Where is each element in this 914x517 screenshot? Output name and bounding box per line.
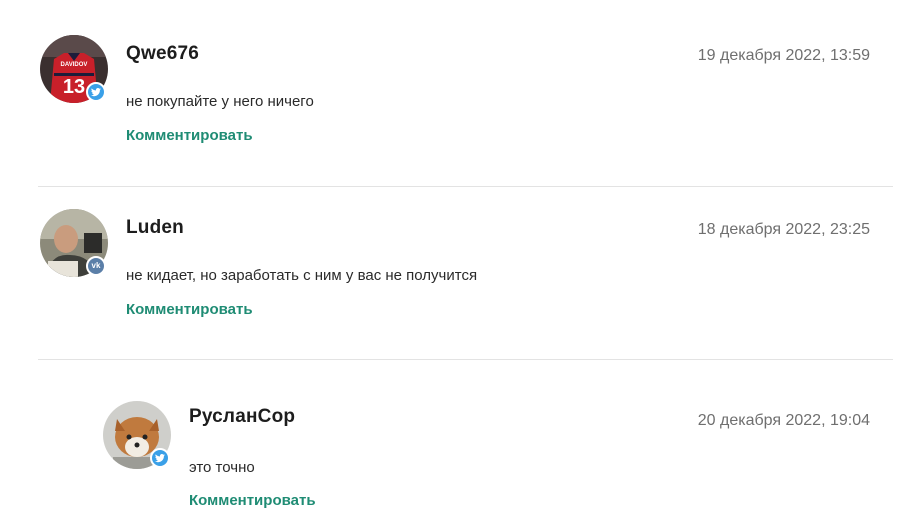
comment-reply-item: РусланСор 20 декабря 2022, 19:04 это точ… <box>0 366 914 517</box>
comment-text: не кидает, но заработать с ним у вас не … <box>126 267 478 284</box>
comment-author[interactable]: Luden <box>126 217 184 239</box>
comment-item: vk Luden 18 декабря 2022, 23:25 не кидае… <box>0 174 914 334</box>
comment-author[interactable]: РусланСор <box>189 406 295 428</box>
comment-author[interactable]: Qwe676 <box>126 43 199 65</box>
comment-date: 18 декабря 2022, 23:25 <box>697 221 870 238</box>
comment-date: 19 декабря 2022, 13:59 <box>697 47 870 64</box>
jersey-name: DAVIDOV <box>61 62 88 68</box>
divider <box>38 359 893 360</box>
vk-icon: vk <box>86 256 106 276</box>
twitter-icon <box>86 82 106 102</box>
reply-button[interactable]: Комментировать <box>126 127 253 144</box>
comment-date: 20 декабря 2022, 19:04 <box>697 412 870 429</box>
twitter-icon <box>150 448 170 468</box>
reply-button[interactable]: Комментировать <box>126 301 253 318</box>
jersey-number: 13 <box>63 76 85 98</box>
comment-text: это точно <box>189 459 255 476</box>
comment-text: не покупайте у него ничего <box>126 93 314 110</box>
comment-item: DAVIDOV 13 Qwe676 19 декабря 2022, 13:59… <box>0 0 914 160</box>
reply-button[interactable]: Комментировать <box>189 492 316 509</box>
